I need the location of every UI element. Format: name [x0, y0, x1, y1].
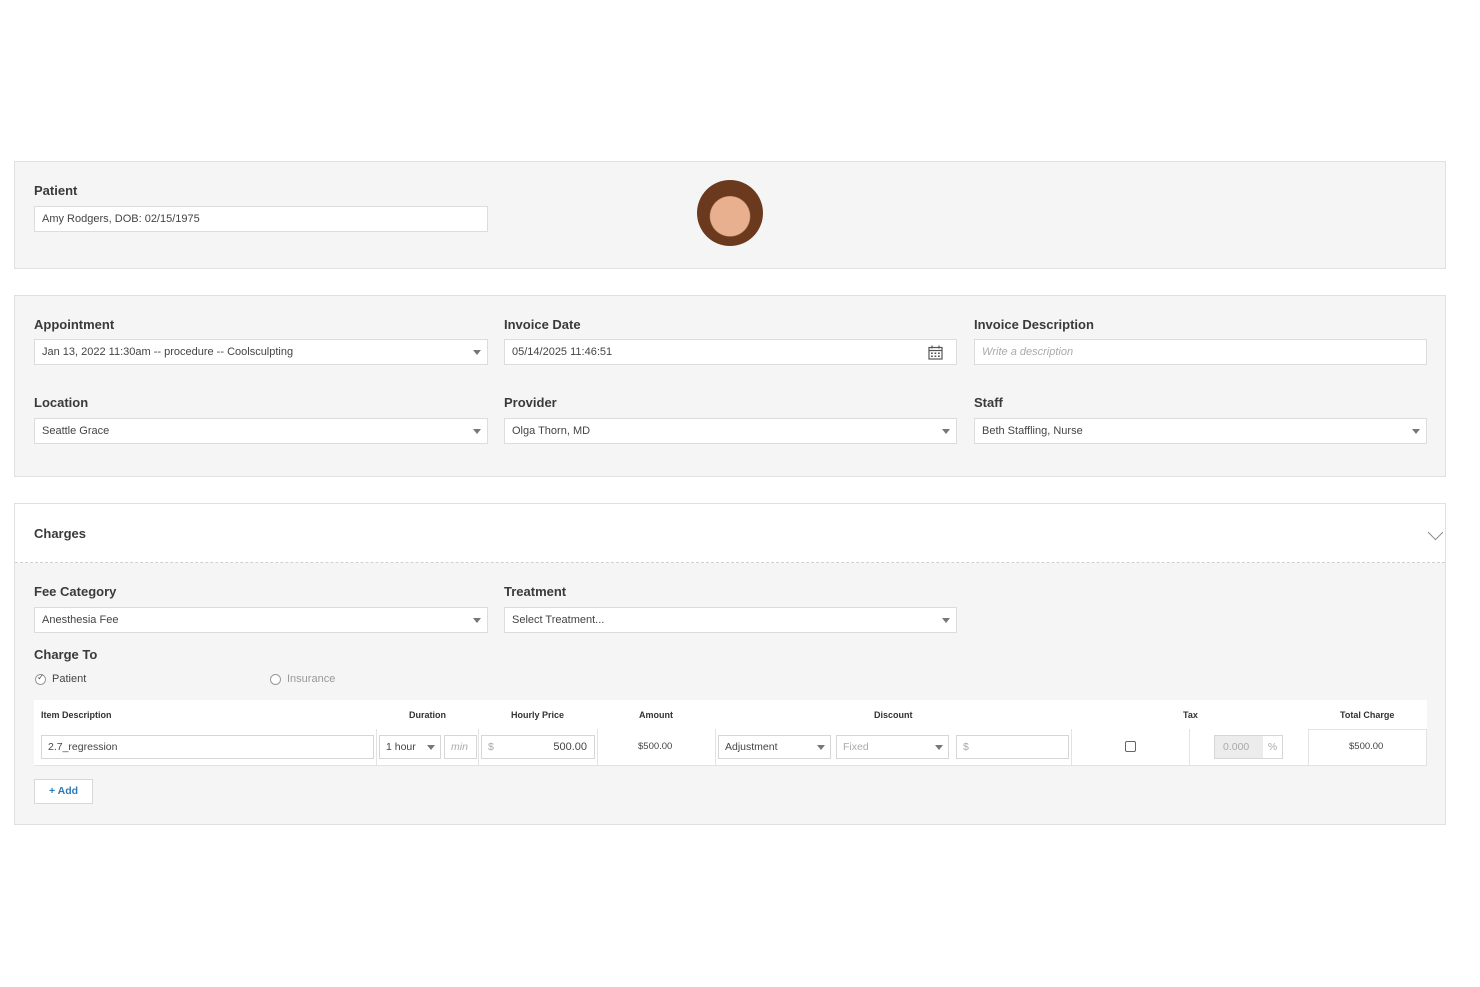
chevron-down-icon	[942, 618, 950, 623]
invoice-description-placeholder: Write a description	[982, 346, 1074, 358]
duration-hours-select[interactable]: 1 hour	[379, 735, 441, 759]
patient-field[interactable]: Amy Rodgers, DOB: 02/15/1975	[34, 206, 488, 232]
discount-currency: $	[963, 741, 969, 753]
patient-value: Amy Rodgers, DOB: 02/15/1975	[42, 213, 200, 225]
th-discount: Discount	[874, 710, 913, 720]
item-description-value: 2.7_regression	[48, 741, 118, 753]
duration-min-input[interactable]: min	[444, 735, 477, 759]
amount-value: $500.00	[638, 741, 673, 752]
appointment-value: Jan 13, 2022 11:30am -- procedure -- Coo…	[42, 346, 294, 358]
discount-mode-value: Fixed	[843, 741, 869, 753]
th-item-description: Item Description	[41, 710, 112, 720]
fee-category-value: Anesthesia Fee	[42, 614, 119, 626]
th-amount: Amount	[639, 710, 673, 720]
treatment-label: Treatment	[504, 584, 567, 599]
discount-type-value: Adjustment	[725, 741, 778, 753]
duration-hours-value: 1 hour	[386, 741, 416, 753]
charge-to-patient-label: Patient	[52, 673, 87, 685]
charge-to-patient-radio[interactable]	[35, 672, 46, 685]
treatment-select[interactable]: Select Treatment...	[504, 607, 957, 633]
provider-value: Olga Thorn, MD	[512, 425, 591, 437]
charges-table-header	[34, 700, 1427, 729]
appointment-select[interactable]: Jan 13, 2022 11:30am -- procedure -- Coo…	[34, 339, 488, 365]
invoice-date-label: Invoice Date	[504, 317, 581, 332]
provider-select[interactable]: Olga Thorn, MD	[504, 418, 957, 444]
appointment-label: Appointment	[34, 317, 115, 332]
tax-checkbox[interactable]	[1125, 741, 1136, 752]
charge-to-insurance-label: Insurance	[287, 673, 336, 685]
discount-type-select[interactable]: Adjustment	[718, 735, 831, 759]
tax-rate-value: 0.000	[1223, 741, 1250, 753]
th-hourly-price: Hourly Price	[511, 710, 565, 720]
staff-value: Beth Staffling, Nurse	[982, 425, 1083, 437]
hourly-price-currency: $	[488, 741, 494, 753]
chevron-down-icon	[935, 745, 943, 750]
treatment-value: Select Treatment...	[512, 614, 605, 626]
charges-title: Charges	[34, 526, 87, 541]
chevron-down-icon	[942, 429, 950, 434]
calendar-icon[interactable]	[928, 345, 943, 360]
chevron-down-icon	[473, 429, 481, 434]
invoice-description-input[interactable]: Write a description	[974, 339, 1427, 365]
th-tax: Tax	[1183, 710, 1198, 720]
patient-avatar	[697, 180, 763, 246]
charge-to-label: Charge To	[34, 647, 98, 662]
invoice-date-value: 05/14/2025 11:46:51	[512, 346, 613, 358]
charges-header[interactable]	[15, 504, 1445, 563]
chevron-down-icon	[817, 745, 825, 750]
add-button[interactable]: + Add	[34, 779, 93, 804]
invoice-date-input[interactable]: 05/14/2025 11:46:51	[504, 339, 957, 365]
duration-min-placeholder: min	[451, 741, 468, 753]
location-label: Location	[34, 395, 89, 410]
charge-to-insurance-radio[interactable]	[270, 674, 281, 685]
tax-percent-symbol: %	[1263, 736, 1282, 758]
staff-label: Staff	[974, 395, 1003, 410]
provider-label: Provider	[504, 395, 557, 410]
hourly-price-input[interactable]: $ 500.00	[481, 735, 595, 759]
chevron-down-icon	[473, 618, 481, 623]
fee-category-label: Fee Category	[34, 584, 117, 599]
th-total-charge: Total Charge	[1340, 710, 1395, 720]
location-value: Seattle Grace	[42, 425, 110, 437]
hourly-price-value: 500.00	[553, 741, 587, 753]
location-select[interactable]: Seattle Grace	[34, 418, 488, 444]
item-description-input[interactable]: 2.7_regression	[41, 735, 374, 759]
discount-amount-input[interactable]: $	[956, 735, 1069, 759]
appointment-panel	[14, 295, 1446, 477]
chevron-down-icon	[427, 745, 435, 750]
staff-select[interactable]: Beth Staffling, Nurse	[974, 418, 1427, 444]
patient-label: Patient	[34, 183, 78, 198]
fee-category-select[interactable]: Anesthesia Fee	[34, 607, 488, 633]
tax-rate-input[interactable]: 0.000 %	[1214, 735, 1283, 759]
discount-mode-select[interactable]: Fixed	[836, 735, 949, 759]
th-duration: Duration	[409, 710, 446, 720]
chevron-down-icon	[1412, 429, 1420, 434]
invoice-description-label: Invoice Description	[974, 317, 1094, 332]
total-charge-value: $500.00	[1349, 741, 1384, 752]
chevron-down-icon	[473, 350, 481, 355]
